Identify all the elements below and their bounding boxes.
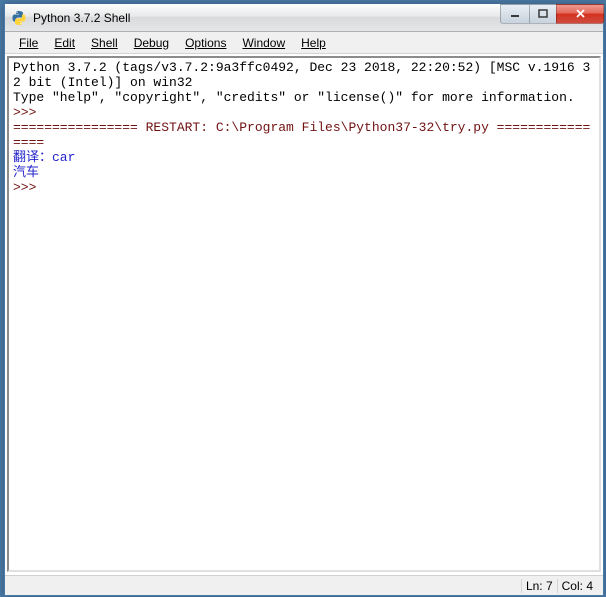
close-button[interactable] <box>556 4 604 24</box>
menu-options[interactable]: Options <box>177 34 234 52</box>
restart-line: ================ RESTART: C:\Program Fil… <box>13 120 590 150</box>
menu-help[interactable]: Help <box>293 34 334 52</box>
app-window: Python 3.7.2 Shell File Edit Shell Debug… <box>4 4 604 596</box>
python-icon <box>11 10 27 26</box>
status-col: Col: 4 <box>557 579 597 593</box>
window-title: Python 3.7.2 Shell <box>33 11 501 25</box>
window-controls <box>501 4 604 24</box>
menu-shell[interactable]: Shell <box>83 34 126 52</box>
banner-line: Type "help", "copyright", "credits" or "… <box>13 90 575 105</box>
statusbar: Ln: 7 Col: 4 <box>5 575 603 595</box>
shell-editor[interactable]: Python 3.7.2 (tags/v3.7.2:9a3ffc0492, De… <box>7 56 601 572</box>
menubar: File Edit Shell Debug Options Window Hel… <box>5 32 603 54</box>
menu-edit[interactable]: Edit <box>46 34 83 52</box>
menu-window[interactable]: Window <box>234 34 293 52</box>
minimize-button[interactable] <box>500 4 530 24</box>
status-line: Ln: 7 <box>521 579 557 593</box>
output-line: 汽车 <box>13 165 39 180</box>
banner-line: Python 3.7.2 (tags/v3.7.2:9a3ffc0492, De… <box>13 60 590 90</box>
prompt: >>> <box>13 180 44 195</box>
menu-debug[interactable]: Debug <box>126 34 177 52</box>
titlebar[interactable]: Python 3.7.2 Shell <box>5 4 603 32</box>
output-line: 翻译：car <box>13 150 75 165</box>
menu-file[interactable]: File <box>11 34 46 52</box>
prompt: >>> <box>13 105 44 120</box>
maximize-button[interactable] <box>529 4 557 24</box>
